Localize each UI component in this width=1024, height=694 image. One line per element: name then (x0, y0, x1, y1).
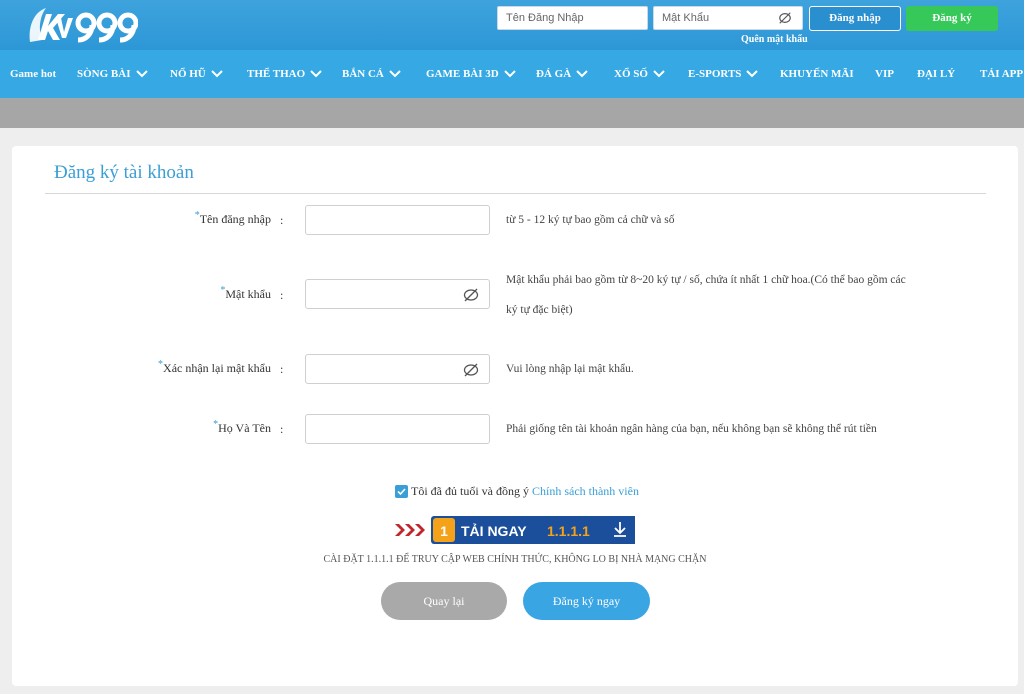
header-username-input[interactable] (497, 6, 648, 30)
colon: : (280, 288, 284, 302)
fullname-input[interactable] (305, 414, 490, 444)
agree-checkbox[interactable] (395, 485, 408, 498)
nav-label: TẢI APP (980, 68, 1024, 80)
nav-label: VIP (875, 68, 894, 80)
nav-item-no-hu[interactable]: NỔ HŨ (170, 50, 223, 98)
nav-item-xo-so[interactable]: XỔ SỐ (614, 50, 665, 98)
nav-label: THỂ THAO (247, 68, 306, 80)
nav-label: KHUYẾN MÃI (780, 68, 854, 80)
fullname-label: *Họ Và Tên (213, 419, 271, 436)
chevron-down-icon (211, 70, 223, 78)
gray-banner-strip (0, 98, 1024, 128)
colon: : (280, 213, 284, 227)
nav-label: Game hot (10, 68, 57, 80)
label-text: Tên đăng nhập (199, 212, 271, 226)
triple-arrow-icon (395, 524, 425, 536)
colon: : (280, 422, 284, 436)
download-1111-banner[interactable]: 1 TẢI NGAY 1.1.1.1 (395, 515, 635, 545)
eye-off-icon[interactable] (778, 11, 792, 25)
banner-badge: 1 (440, 523, 448, 539)
nav-item-tai-app[interactable]: TẢI APP (980, 50, 1023, 98)
colon: : (280, 362, 284, 376)
username-label: *Tên đăng nhập (194, 210, 271, 227)
chevron-down-icon (504, 70, 516, 78)
nav-label: E-SPORTS (688, 68, 742, 80)
agree-text: Tôi đã đủ tuổi và đồng ý Chính sách thàn… (411, 484, 639, 499)
banner-text: TẢI NGAY (461, 523, 527, 539)
nav-item-da-ga[interactable]: ĐÁ GÀ (536, 50, 588, 98)
fullname-hint: Phải giống tên tài khoản ngân hàng của b… (506, 423, 877, 435)
forgot-password-link[interactable]: Quên mật khẩu (741, 34, 808, 45)
username-input[interactable] (305, 205, 490, 235)
chevron-down-icon (653, 70, 665, 78)
register-button[interactable]: Đăng ký (906, 6, 998, 31)
nav-label: ĐẠI LÝ (917, 68, 956, 80)
chevron-down-icon (576, 70, 588, 78)
nav-label: GAME BÀI 3D (426, 68, 499, 80)
chevron-down-icon (135, 70, 148, 78)
main-nav: Game hot SÒNG BÀI NỔ HŨ THỂ THAO BẮN CÁ … (0, 50, 1024, 98)
label-text: Xác nhận lại mật khẩu (163, 361, 271, 375)
password-hint-line2: ký tự đặc biệt) (506, 304, 573, 316)
nav-item-khuyen-mai[interactable]: KHUYẾN MÃI (780, 50, 854, 98)
nav-label: BẮN CÁ (342, 68, 384, 80)
nav-item-song-bai[interactable]: SÒNG BÀI (77, 50, 148, 98)
submit-register-button[interactable]: Đăng ký ngay (523, 582, 650, 620)
page-title: Đăng ký tài khoản (54, 162, 194, 183)
back-button[interactable]: Quay lại (381, 582, 507, 620)
label-text: Mật khẩu (225, 287, 271, 301)
nav-item-the-thao[interactable]: THỂ THAO (247, 50, 322, 98)
password-label: *Mật khẩu (220, 285, 271, 302)
confirm-password-label: *Xác nhận lại mật khẩu (158, 359, 271, 376)
required-mark: * (220, 285, 226, 296)
nav-item-e-sports[interactable]: E-SPORTS (688, 50, 759, 98)
title-divider (45, 193, 986, 194)
required-mark: * (158, 359, 164, 370)
eye-off-icon[interactable] (463, 362, 479, 378)
banner-version: 1.1.1.1 (547, 523, 590, 539)
nav-item-game-hot[interactable]: Game hot (10, 50, 56, 98)
chevron-down-icon (389, 70, 401, 78)
checkmark-icon (397, 488, 406, 496)
username-hint: từ 5 - 12 ký tự bao gồm cả chữ và số (506, 214, 675, 226)
label-text: Họ Và Tên (218, 421, 271, 435)
password-hint-line1: Mật khẩu phải bao gồm từ 8~20 ký tự / số… (506, 274, 906, 286)
required-mark: * (194, 210, 200, 221)
confirm-password-hint: Vui lòng nhập lại mật khẩu. (506, 363, 634, 375)
nav-label: SÒNG BÀI (77, 68, 131, 80)
member-policy-link[interactable]: Chính sách thành viên (532, 484, 639, 498)
nav-item-game-bai-3d[interactable]: GAME BÀI 3D (426, 50, 516, 98)
nav-label: ĐÁ GÀ (536, 68, 572, 80)
chevron-down-icon (746, 70, 759, 78)
nav-label: NỔ HŨ (170, 68, 206, 80)
nav-item-vip[interactable]: VIP (875, 50, 894, 98)
login-button[interactable]: Đăng nhập (809, 6, 901, 31)
agree-label: Tôi đã đủ tuổi và đồng ý (411, 484, 529, 498)
required-mark: * (213, 419, 219, 430)
nav-label: XỔ SỐ (614, 68, 648, 80)
nav-item-ban-ca[interactable]: BẮN CÁ (342, 50, 401, 98)
brand-logo[interactable] (26, 4, 138, 46)
install-note: CÀI ĐẶT 1.1.1.1 ĐỂ TRUY CẬP WEB CHÍNH TH… (323, 554, 707, 565)
registration-panel: Đăng ký tài khoản *Tên đăng nhập : từ 5 … (12, 146, 1018, 686)
nav-item-dai-ly[interactable]: ĐẠI LÝ (917, 50, 955, 98)
eye-off-icon[interactable] (463, 287, 479, 303)
chevron-down-icon (310, 70, 322, 78)
top-header: Đăng nhập Đăng ký Quên mật khẩu (0, 0, 1024, 50)
